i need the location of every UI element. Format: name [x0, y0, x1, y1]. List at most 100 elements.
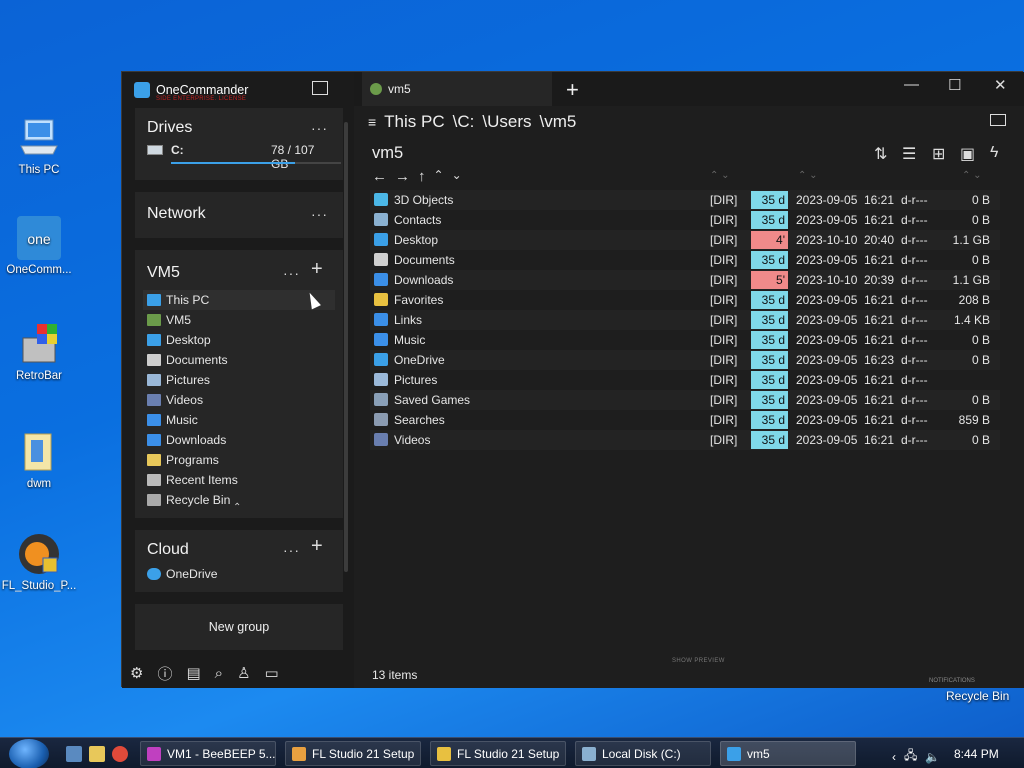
file-row[interactable]: Saved Games [DIR] 35 d 2023-09-05 16:21 d-r--…	[370, 390, 1000, 410]
tab-vm5[interactable]: vm5	[362, 72, 552, 106]
search-icon[interactable]: ⌕	[215, 665, 223, 682]
task-app-icon	[582, 746, 596, 761]
desktop-icon-retrobar[interactable]: RetroBar	[0, 322, 78, 382]
close-button[interactable]: ✕	[994, 76, 1007, 94]
explorer-icon[interactable]	[89, 746, 105, 762]
chevron-left-icon[interactable]: ‹	[892, 750, 896, 764]
file-row[interactable]: Documents [DIR] 35 d 2023-09-05 16:21 d-r--- 0…	[370, 250, 1000, 270]
file-row[interactable]: Links [DIR] 35 d 2023-09-05 16:21 d-r--- 1.4 K…	[370, 310, 1000, 330]
sidebar-item-documents[interactable]: Documents	[143, 350, 335, 370]
chrome-icon[interactable]	[112, 746, 128, 762]
folder-icon	[374, 373, 388, 386]
sidebar-item-onedrive[interactable]: OneDrive	[143, 564, 335, 584]
file-type: [DIR]	[710, 433, 738, 447]
sort-arrows[interactable]: ⌃ ⌄	[710, 170, 730, 181]
taskbar-task[interactable]: FL Studio 21 Setup	[285, 741, 421, 766]
file-row[interactable]: Music [DIR] 35 d 2023-09-05 16:21 d-r--- 0 B	[370, 330, 1000, 350]
info-icon[interactable]: ⓘ	[157, 663, 172, 684]
up-icon[interactable]: ↑	[418, 168, 426, 185]
programs-icon	[147, 454, 161, 466]
taskbar-task[interactable]: FL Studio 21 Setup	[430, 741, 566, 766]
sidebar-item-music[interactable]: Music	[143, 410, 335, 430]
file-row[interactable]: Pictures [DIR] 35 d 2023-09-05 16:21 d-r---	[370, 370, 1000, 390]
chevron-down-icon[interactable]: ⌄	[452, 168, 462, 185]
recycle-bin-label[interactable]: Recycle Bin	[946, 689, 1009, 703]
sidebar-item-programs[interactable]: Programs	[143, 450, 335, 470]
sort-arrows[interactable]: ⌃ ⌄	[798, 170, 818, 181]
file-attributes: d-r---	[901, 293, 928, 307]
breadcrumb-part[interactable]: This PC	[384, 112, 444, 132]
forward-icon[interactable]: →	[395, 168, 410, 185]
vm5-add-icon[interactable]: +	[311, 258, 323, 281]
file-date: 2023-09-05	[796, 353, 858, 367]
network-icon[interactable]: 🖧	[904, 746, 917, 767]
file-row[interactable]: Downloads [DIR] 5' 2023-10-10 20:39 d-r--- 1.1…	[370, 270, 1000, 290]
file-row[interactable]: Searches [DIR] 35 d 2023-09-05 16:21 d-r--- 85…	[370, 410, 1000, 430]
sort-arrows[interactable]: ⌃ ⌄	[962, 170, 982, 181]
file-row[interactable]: Desktop [DIR] 4' 2023-10-10 20:40 d-r--- 1.1 G…	[370, 230, 1000, 250]
column-layout-icon[interactable]	[990, 114, 1006, 126]
show-desktop-icon[interactable]	[66, 746, 82, 762]
minimize-button[interactable]: —	[904, 76, 919, 93]
desktop-icon-this-pc[interactable]: This PC	[0, 116, 78, 176]
drive-c[interactable]: C: 78 / 107 GB	[147, 142, 341, 171]
sidebar-item-videos[interactable]: Videos	[143, 390, 335, 410]
gear-icon[interactable]: ⚙	[130, 664, 143, 682]
sidebar-item-recent-items[interactable]: Recent Items	[143, 470, 335, 490]
file-row[interactable]: Contacts [DIR] 35 d 2023-09-05 16:21 d-r--- 0 …	[370, 210, 1000, 230]
network-more-icon[interactable]: ···	[311, 206, 328, 222]
breadcrumb-part[interactable]: \C:	[453, 112, 475, 132]
start-button[interactable]	[9, 739, 49, 768]
taskbar-task[interactable]: VM1 - BeeBEEP 5....	[140, 741, 276, 766]
sort-icon[interactable]: ⇅	[874, 144, 887, 164]
chevron-up-icon[interactable]: ⌃	[434, 168, 444, 185]
drives-more-icon[interactable]: ···	[311, 120, 328, 136]
cloud-more-icon[interactable]: ···	[283, 542, 300, 558]
new-tab-button[interactable]: +	[566, 77, 579, 103]
network-tree-icon[interactable]: ♙	[237, 664, 250, 682]
new-window-icon[interactable]	[312, 81, 328, 95]
taskbar-task[interactable]: Local Disk (C:)	[575, 741, 711, 766]
task-app-icon	[727, 746, 741, 761]
vm5-more-icon[interactable]: ···	[283, 265, 300, 281]
taskbar-task[interactable]: vm5	[720, 741, 856, 766]
system-tray: ‹ 🖧 🔈	[892, 746, 940, 767]
file-row[interactable]: OneDrive [DIR] 35 d 2023-09-05 16:23 d-r--- 0 …	[370, 350, 1000, 370]
desktop-icon-fl-studio[interactable]: FL_Studio_P...	[0, 532, 78, 592]
file-name: Documents	[394, 253, 455, 267]
sidebar-item-desktop[interactable]: Desktop	[143, 330, 335, 350]
panels-icon[interactable]: ▤	[186, 664, 200, 682]
file-age-badge: 35 d	[751, 211, 788, 229]
new-window-icon[interactable]: ▭	[265, 664, 279, 682]
file-row[interactable]: Favorites [DIR] 35 d 2023-09-05 16:21 d-r--- 2…	[370, 290, 1000, 310]
file-date: 2023-09-05	[796, 413, 858, 427]
desktop-icon-onecommander[interactable]: one OneComm...	[0, 216, 78, 276]
menu-icon[interactable]: ≡	[368, 114, 376, 130]
file-attributes: d-r---	[901, 213, 928, 227]
clipboard-icon[interactable]: ▣	[960, 144, 975, 164]
back-icon[interactable]: ←	[372, 168, 387, 185]
file-row[interactable]: Videos [DIR] 35 d 2023-09-05 16:21 d-r--- 0 B	[370, 430, 1000, 450]
file-name: Favorites	[394, 293, 444, 307]
notifications-label[interactable]: NOTIFICATIONS	[929, 678, 975, 684]
desktop-icon-dwm[interactable]: dwm	[0, 430, 78, 490]
sidebar-item-vm5[interactable]: VM5	[143, 310, 335, 330]
cloud-add-icon[interactable]: +	[311, 535, 323, 558]
breadcrumb-part[interactable]: \Users	[482, 112, 531, 132]
file-row[interactable]: 3D Objects [DIR] 35 d 2023-09-05 16:21 d-r---…	[370, 190, 1000, 210]
volume-icon[interactable]: 🔈	[925, 750, 940, 764]
lightning-icon[interactable]: ϟ	[990, 144, 998, 162]
view-list-icon[interactable]: ☰	[902, 144, 916, 164]
new-group-button[interactable]: New group	[135, 604, 343, 650]
collapse-icon[interactable]: ⌃	[233, 502, 241, 513]
add-icon[interactable]: ⊞	[932, 144, 945, 164]
videos-icon	[147, 394, 161, 406]
sidebar-item-pictures[interactable]: Pictures	[143, 370, 335, 390]
breadcrumb-part[interactable]: \vm5	[540, 112, 577, 132]
maximize-button[interactable]: ☐	[948, 76, 961, 94]
sidebar-item-label: Documents	[166, 353, 228, 367]
sidebar-scrollbar[interactable]	[344, 122, 348, 572]
clock[interactable]: 8:44 PM	[954, 747, 999, 761]
sidebar-item-downloads[interactable]: Downloads	[143, 430, 335, 450]
show-preview-toggle[interactable]: SHOW PREVIEW	[672, 658, 725, 664]
